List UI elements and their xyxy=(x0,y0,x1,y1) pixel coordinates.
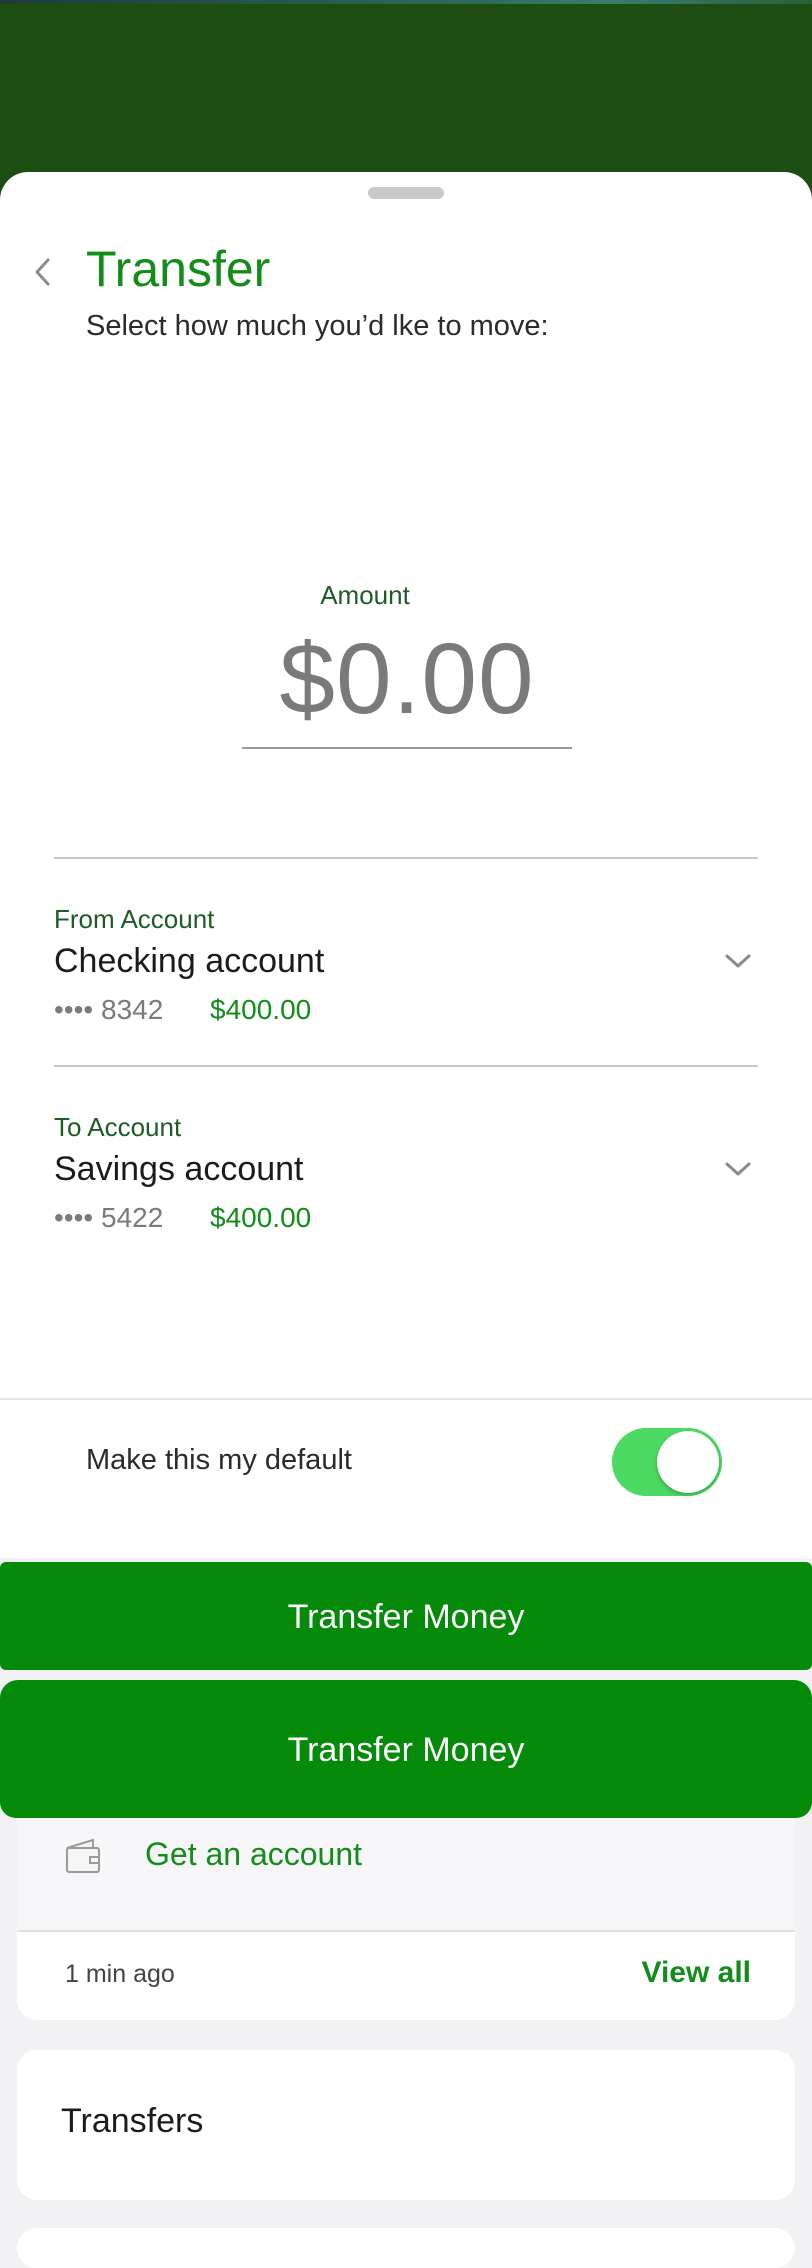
to-account-label: To Account xyxy=(54,1112,182,1142)
page-subtitle: Select how much you’d lke to move: xyxy=(86,310,549,342)
toggle-knob xyxy=(657,1431,719,1493)
chevron-down-icon[interactable] xyxy=(724,1160,752,1178)
amount-label: Amount xyxy=(320,580,410,610)
divider xyxy=(54,1065,758,1067)
next-card xyxy=(17,2228,795,2268)
amount-input[interactable]: $0.00 xyxy=(242,622,572,737)
to-account-number: •••• 5422 xyxy=(54,1202,164,1233)
chevron-down-icon[interactable] xyxy=(724,952,752,970)
transfer-sheet: Transfer Select how much you’d lke to mo… xyxy=(0,172,812,1558)
sheet-grabber[interactable] xyxy=(368,187,444,199)
transfer-money-button-large[interactable]: Transfer Money xyxy=(0,1680,812,1818)
to-account-balance: $400.00 xyxy=(210,1202,312,1233)
default-toggle-label: Make this my default xyxy=(86,1444,352,1476)
get-account-label: Get an account xyxy=(145,1836,363,1872)
chevron-left-icon[interactable] xyxy=(32,256,54,288)
from-account-label: From Account xyxy=(54,904,215,934)
amount-underline xyxy=(242,747,572,749)
transfers-card[interactable]: Transfers xyxy=(17,2050,795,2200)
divider xyxy=(54,857,758,859)
activity-time: 1 min ago xyxy=(65,1960,175,1988)
wallet-icon xyxy=(66,1838,100,1873)
to-account-name: Savings account xyxy=(54,1150,304,1188)
from-account-number: •••• 8342 xyxy=(54,994,164,1025)
from-account-balance: $400.00 xyxy=(210,994,312,1025)
activity-footer: 1 min ago View all xyxy=(17,1932,795,2020)
view-all-link[interactable]: View all xyxy=(641,1956,751,1990)
page-title: Transfer xyxy=(86,241,271,297)
default-toggle[interactable] xyxy=(612,1428,722,1496)
transfer-money-button[interactable]: Transfer Money xyxy=(0,1562,812,1670)
transfers-title: Transfers xyxy=(61,2102,204,2140)
divider xyxy=(0,1398,812,1400)
from-account-name: Checking account xyxy=(54,942,325,980)
